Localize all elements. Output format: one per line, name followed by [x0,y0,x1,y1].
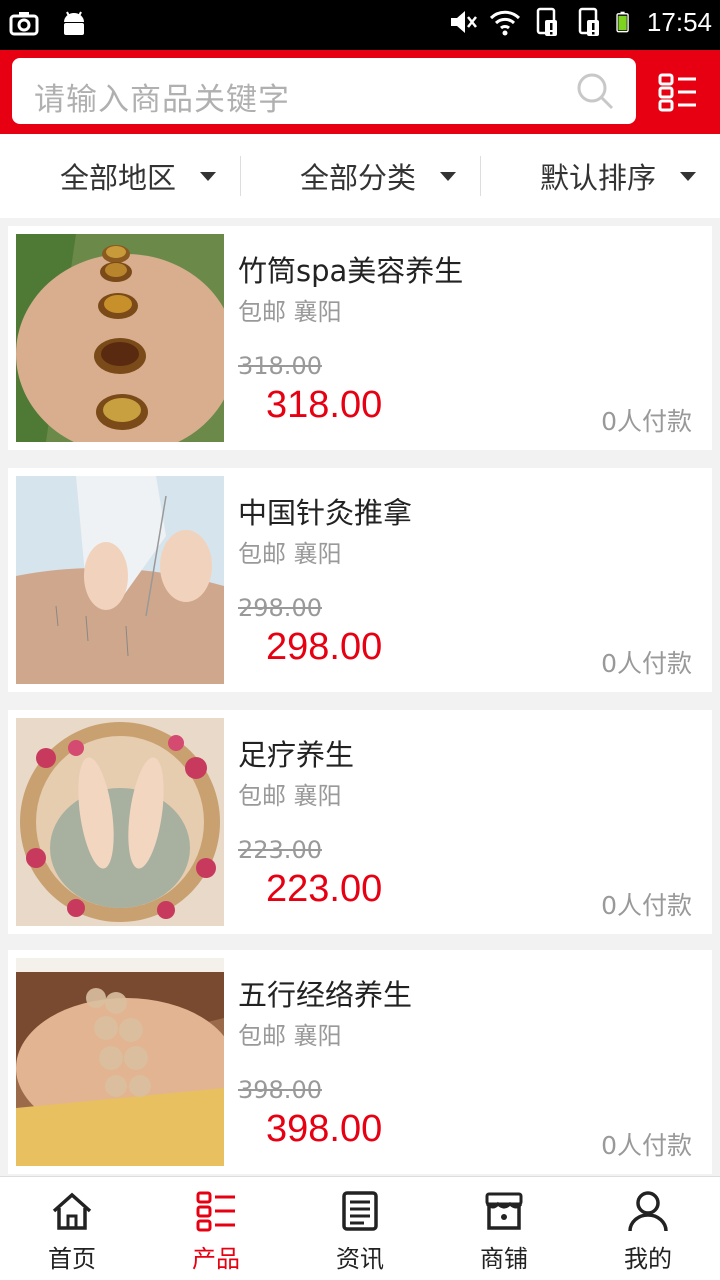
payment-count: 0人付款 [601,891,692,920]
payment-count: 0人付款 [601,1131,692,1160]
product-price: 398.00 [266,1108,383,1150]
filter-sort[interactable]: 默认排序 [480,134,720,218]
payment-count: 0人付款 [601,649,692,678]
sim-alert-icon-2 [578,7,599,36]
product-card[interactable]: 五行经络养生 包邮 襄阳 398.00 398.00 0人付款 [8,950,712,1174]
mute-icon [450,11,477,33]
payment-count: 0人付款 [601,407,692,436]
tab-home[interactable]: 首页 [0,1177,144,1280]
product-meta: 包邮 襄阳 [238,1022,342,1050]
filter-region-label: 全部地区 [60,161,177,195]
news-icon [342,1191,378,1231]
product-title: 竹筒spa美容养生 [238,254,464,288]
original-price: 223.00 [238,836,322,864]
product-card[interactable]: 足疗养生 包邮 襄阳 223.00 223.00 0人付款 [8,710,712,934]
wifi-icon [489,10,520,36]
screenshot-icon [9,12,39,36]
tab-stores-label: 商铺 [480,1245,528,1273]
list-icon [196,1191,235,1232]
tab-mine-label: 我的 [624,1245,672,1273]
category-menu-icon[interactable] [658,72,698,112]
product-title: 中国针灸推拿 [238,496,413,530]
tab-stores[interactable]: 商铺 [432,1177,576,1280]
filter-region[interactable]: 全部地区 [0,134,240,218]
bottom-tab-bar: 首页 产品 资讯 商铺 我的 [0,1176,720,1280]
search-input[interactable]: 请输入商品关键字 [12,58,636,124]
clock: 17:54 [646,6,712,37]
battery-icon [616,11,629,33]
original-price: 398.00 [238,1076,322,1104]
product-price: 318.00 [266,384,383,426]
product-image[interactable] [16,718,224,926]
search-placeholder: 请输入商品关键字 [34,82,290,118]
tab-products[interactable]: 产品 [144,1177,288,1280]
original-price: 298.00 [238,594,322,622]
sim-alert-icon [536,7,557,36]
product-meta: 包邮 襄阳 [238,298,342,326]
original-price: 318.00 [238,352,322,380]
product-image[interactable] [16,476,224,684]
caret-down-icon [440,171,457,181]
product-card[interactable]: 竹筒spa美容养生 包邮 襄阳 318.00 318.00 0人付款 [8,226,712,450]
product-image[interactable] [16,234,224,442]
filter-category[interactable]: 全部分类 [240,134,480,218]
tab-mine[interactable]: 我的 [576,1177,720,1280]
search-icon[interactable] [576,72,614,110]
tab-news-label: 资讯 [336,1245,384,1273]
caret-down-icon [200,171,217,181]
tab-news[interactable]: 资讯 [288,1177,432,1280]
product-title: 足疗养生 [238,738,355,772]
filter-bar: 全部地区 全部分类 默认排序 [0,134,720,218]
product-meta: 包邮 襄阳 [238,782,342,810]
user-icon [628,1191,668,1232]
product-card[interactable]: 中国针灸推拿 包邮 襄阳 298.00 298.00 0人付款 [8,468,712,692]
tab-home-label: 首页 [48,1245,96,1273]
status-bar: 17:54 [0,0,720,50]
caret-down-icon [680,171,697,181]
product-title: 五行经络养生 [238,978,413,1012]
home-icon [52,1192,92,1230]
store-icon [485,1192,523,1230]
android-icon [64,11,84,35]
filter-category-label: 全部分类 [300,161,417,195]
header: 请输入商品关键字 [0,50,720,134]
filter-sort-label: 默认排序 [540,161,657,195]
product-meta: 包邮 襄阳 [238,540,342,568]
product-price: 298.00 [266,626,383,668]
product-image[interactable] [16,958,224,1166]
product-price: 223.00 [266,868,383,910]
tab-products-label: 产品 [192,1245,240,1273]
